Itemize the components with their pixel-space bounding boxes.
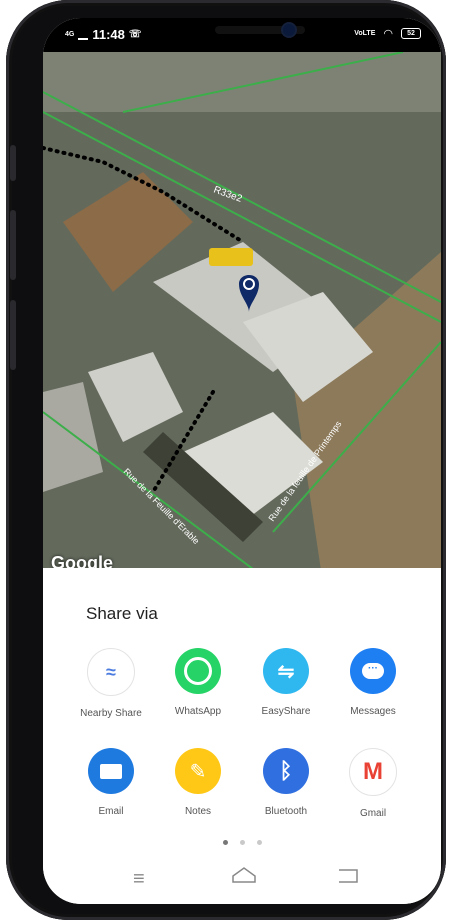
navigation-bar: ≡	[43, 856, 441, 904]
share-sheet: Share via ≈ Nearby Share WhatsApp ⇋ Easy…	[43, 568, 441, 904]
power-button	[10, 300, 16, 370]
menu-icon[interactable]: ≡	[133, 868, 145, 891]
map-view[interactable]: R33e2 Rue de la Feuille d'Erable Rue de …	[43, 52, 441, 584]
share-app-gmail[interactable]: M Gmail	[328, 748, 418, 819]
phone-frame: 4G 11:48 ☏ VoLTE ◠ 52 R33e2 Rue de la Fe…	[6, 0, 446, 920]
volume-up-button	[10, 145, 16, 181]
share-app-label: Email	[98, 806, 124, 817]
status-time: 11:48	[92, 27, 125, 42]
share-app-label: EasyShare	[261, 706, 311, 717]
share-app-label: Notes	[184, 806, 212, 817]
share-app-notes[interactable]: ✎ Notes	[153, 748, 243, 817]
taxi-icon	[209, 248, 253, 266]
gmail-icon: M	[349, 748, 397, 796]
share-app-label: WhatsApp	[174, 706, 222, 717]
back-icon[interactable]	[337, 868, 359, 889]
easyshare-icon: ⇋	[263, 648, 309, 694]
home-icon[interactable]	[231, 866, 257, 889]
share-app-whatsapp[interactable]: WhatsApp	[153, 648, 243, 717]
page-indicator	[223, 840, 262, 845]
share-app-label: Gmail	[359, 808, 387, 819]
volte-icon: VoLTE	[354, 30, 376, 37]
share-app-bluetooth[interactable]: ᛒ Bluetooth	[241, 748, 331, 817]
notes-icon: ✎	[175, 748, 221, 794]
page-dot[interactable]	[240, 840, 245, 845]
share-app-nearby-share[interactable]: ≈ Nearby Share	[66, 648, 156, 719]
email-icon	[88, 748, 134, 794]
share-app-label: Messages	[350, 706, 396, 717]
satellite-ground	[43, 52, 441, 112]
network-indicator: 4G	[65, 31, 75, 38]
share-app-label: Bluetooth	[264, 806, 308, 817]
front-camera	[283, 24, 295, 36]
call-icon: ☏	[128, 29, 142, 40]
share-app-label: Nearby Share	[80, 708, 142, 719]
share-app-messages[interactable]: ··· Messages	[328, 648, 418, 717]
whatsapp-icon	[175, 648, 221, 694]
screen: 4G 11:48 ☏ VoLTE ◠ 52 R33e2 Rue de la Fe…	[43, 18, 441, 904]
share-app-email[interactable]: Email	[66, 748, 156, 817]
nearby-share-icon: ≈	[87, 648, 135, 696]
battery-icon: 52	[401, 28, 421, 39]
messages-icon: ···	[350, 648, 396, 694]
page-dot[interactable]	[257, 840, 262, 845]
status-bar: 4G 11:48 ☏ VoLTE ◠ 52	[43, 18, 441, 52]
map-canvas: R33e2 Rue de la Feuille d'Erable Rue de …	[43, 52, 441, 584]
share-sheet-title: Share via	[86, 604, 158, 623]
signal-icon	[78, 30, 89, 40]
volume-down-button	[10, 210, 16, 280]
wifi-icon: ◠	[383, 28, 393, 40]
bluetooth-icon: ᛒ	[263, 748, 309, 794]
share-app-easyshare[interactable]: ⇋ EasyShare	[241, 648, 331, 717]
page-dot[interactable]	[223, 840, 228, 845]
